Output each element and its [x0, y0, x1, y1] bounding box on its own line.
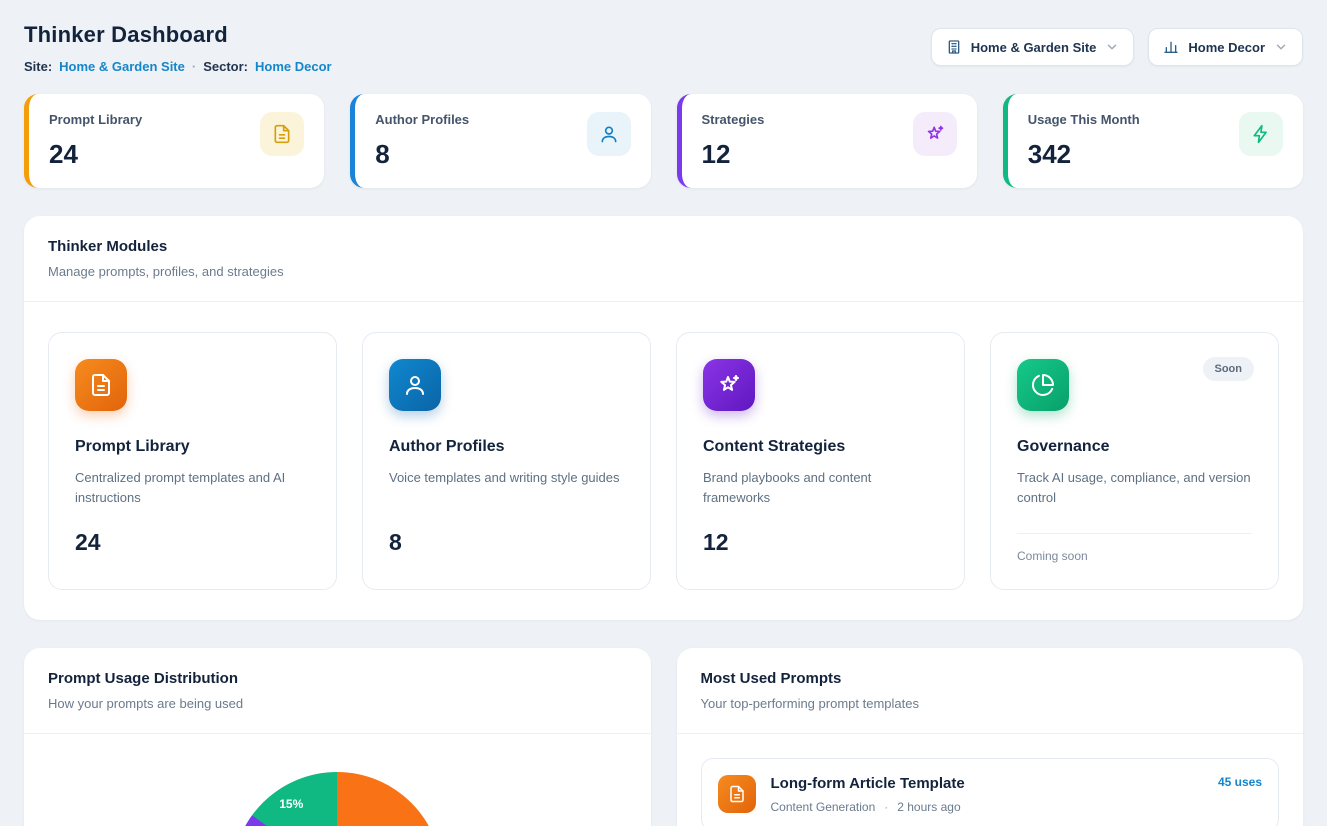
header-selectors: Home & Garden Site Home Decor — [931, 28, 1303, 66]
coming-soon-note: Coming soon — [1017, 533, 1252, 563]
module-title: Governance — [1017, 438, 1252, 456]
usage-panel-head: Prompt Usage Distribution How your promp… — [24, 648, 651, 733]
site-selector-label: Home & Garden Site — [971, 40, 1097, 55]
donut-segment-label: 15% — [279, 797, 303, 811]
divider — [677, 733, 1304, 734]
document-icon — [718, 775, 756, 813]
module-count: 24 — [75, 529, 310, 556]
stat-text: Prompt Library 24 — [49, 112, 142, 170]
lightning-icon — [1239, 112, 1283, 156]
top-bar: Thinker Dashboard Site: Home & Garden Si… — [24, 22, 1303, 74]
bar-chart-icon — [1163, 39, 1179, 55]
module-description: Centralized prompt templates and AI inst… — [75, 468, 310, 509]
stat-text: Author Profiles 8 — [375, 112, 469, 170]
stat-card-author-profiles[interactable]: Author Profiles 8 — [350, 94, 650, 188]
stat-value: 24 — [49, 139, 142, 170]
prompt-meta: Content Generation · 2 hours ago — [771, 800, 1203, 814]
stat-label: Strategies — [702, 112, 765, 127]
header-left: Thinker Dashboard Site: Home & Garden Si… — [24, 22, 332, 74]
module-description: Brand playbooks and content frameworks — [703, 468, 938, 509]
module-description: Track AI usage, compliance, and version … — [1017, 468, 1252, 509]
most-used-subtitle: Your top-performing prompt templates — [701, 696, 1280, 711]
separator: · — [192, 59, 196, 74]
most-used-title: Most Used Prompts — [701, 670, 1280, 687]
document-icon — [75, 359, 127, 411]
module-title: Prompt Library — [75, 438, 310, 456]
building-icon — [946, 39, 962, 55]
user-icon — [587, 112, 631, 156]
stats-row: Prompt Library 24 Author Profiles 8 Stra… — [24, 94, 1303, 188]
stat-label: Author Profiles — [375, 112, 469, 127]
module-title: Content Strategies — [703, 438, 938, 456]
user-icon — [389, 359, 441, 411]
sparkle-star-icon — [913, 112, 957, 156]
module-card-prompt-library[interactable]: Prompt Library Centralized prompt templa… — [48, 332, 337, 590]
site-selector-dropdown[interactable]: Home & Garden Site — [931, 28, 1135, 66]
usage-panel-subtitle: How your prompts are being used — [48, 696, 627, 711]
sector-label: Sector: — [203, 59, 248, 74]
module-description: Voice templates and writing style guides — [389, 468, 624, 509]
prompt-title: Long-form Article Template — [771, 775, 1203, 792]
bottom-row: Prompt Usage Distribution How your promp… — [24, 648, 1303, 826]
stat-card-prompt-library[interactable]: Prompt Library 24 — [24, 94, 324, 188]
chart-area: 15% — [24, 734, 651, 826]
chevron-down-icon — [1274, 40, 1288, 54]
dashboard-page: Thinker Dashboard Site: Home & Garden Si… — [0, 0, 1327, 826]
sector-selector-dropdown[interactable]: Home Decor — [1148, 28, 1303, 66]
stat-value: 8 — [375, 139, 469, 170]
prompt-info: Long-form Article Template Content Gener… — [771, 775, 1203, 814]
usage-panel-title: Prompt Usage Distribution — [48, 670, 627, 687]
modules-title: Thinker Modules — [48, 238, 1279, 255]
stat-text: Usage This Month 342 — [1028, 112, 1140, 170]
modules-panel-head: Thinker Modules Manage prompts, profiles… — [24, 216, 1303, 301]
module-card-governance[interactable]: Soon Governance Track AI usage, complian… — [990, 332, 1279, 590]
modules-subtitle: Manage prompts, profiles, and strategies — [48, 264, 1279, 279]
most-used-panel-head: Most Used Prompts Your top-performing pr… — [677, 648, 1304, 733]
stat-card-usage[interactable]: Usage This Month 342 — [1003, 94, 1303, 188]
usage-distribution-panel: Prompt Usage Distribution How your promp… — [24, 648, 651, 826]
stat-card-strategies[interactable]: Strategies 12 — [677, 94, 977, 188]
stat-label: Prompt Library — [49, 112, 142, 127]
site-label: Site: — [24, 59, 52, 74]
document-icon — [260, 112, 304, 156]
prompt-uses-badge: 45 uses — [1218, 775, 1262, 789]
chevron-down-icon — [1105, 40, 1119, 54]
usage-donut-chart: 15% — [232, 772, 442, 826]
module-count: 8 — [389, 529, 624, 556]
separator: · — [884, 800, 888, 814]
soon-badge: Soon — [1203, 357, 1255, 381]
module-card-author-profiles[interactable]: Author Profiles Voice templates and writ… — [362, 332, 651, 590]
stat-text: Strategies 12 — [702, 112, 765, 170]
sector-selector-label: Home Decor — [1188, 40, 1265, 55]
prompt-list-item[interactable]: Long-form Article Template Content Gener… — [701, 758, 1280, 826]
stat-value: 342 — [1028, 139, 1140, 170]
sparkle-star-icon — [703, 359, 755, 411]
page-title: Thinker Dashboard — [24, 22, 332, 48]
prompt-time: 2 hours ago — [897, 800, 960, 814]
site-link[interactable]: Home & Garden Site — [59, 59, 185, 74]
stat-value: 12 — [702, 139, 765, 170]
modules-panel: Thinker Modules Manage prompts, profiles… — [24, 216, 1303, 620]
module-card-content-strategies[interactable]: Content Strategies Brand playbooks and c… — [676, 332, 965, 590]
breadcrumb: Site: Home & Garden Site · Sector: Home … — [24, 59, 332, 74]
sector-link[interactable]: Home Decor — [255, 59, 332, 74]
most-used-prompts-panel: Most Used Prompts Your top-performing pr… — [677, 648, 1304, 826]
module-count: 12 — [703, 529, 938, 556]
pie-chart-icon — [1017, 359, 1069, 411]
prompt-category: Content Generation — [771, 800, 876, 814]
module-title: Author Profiles — [389, 438, 624, 456]
stat-label: Usage This Month — [1028, 112, 1140, 127]
modules-grid: Prompt Library Centralized prompt templa… — [24, 302, 1303, 620]
